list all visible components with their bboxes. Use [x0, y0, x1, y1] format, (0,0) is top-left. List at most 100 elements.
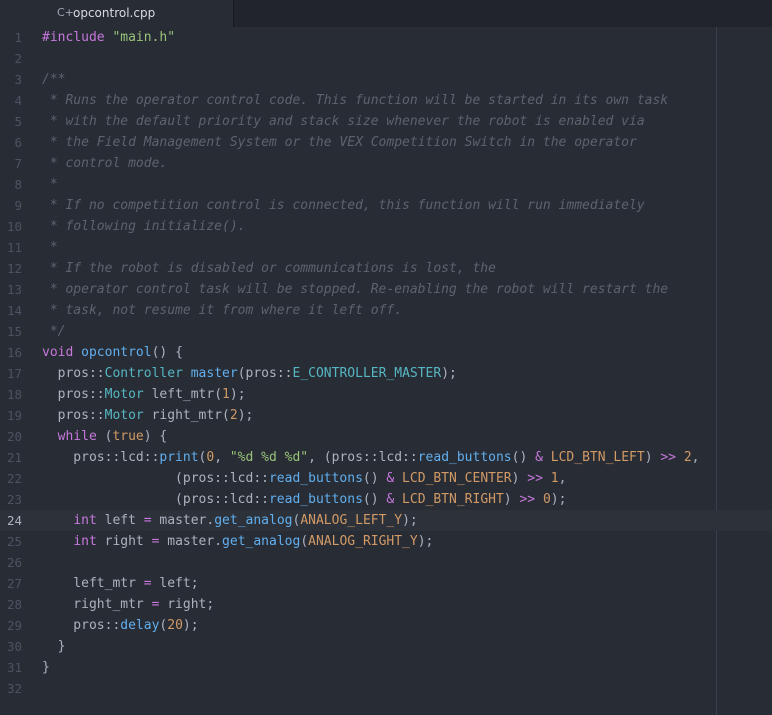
code-line[interactable]: 22 (pros::lcd::read_buttons() & LCD_BTN_… [0, 468, 772, 489]
code-text: left_mtr = left; [42, 573, 199, 594]
code-line[interactable]: 5 * with the default priority and stack … [0, 111, 772, 132]
code-line[interactable]: 2 [0, 48, 772, 69]
code-token: true [112, 429, 144, 444]
code-line[interactable]: 31} [0, 657, 772, 678]
code-text: * If the robot is disabled or communicat… [42, 258, 496, 279]
line-number: 10 [6, 219, 22, 234]
code-token: 20 [167, 618, 183, 633]
tab-bar: C+ opcontrol.cpp [0, 0, 772, 27]
code-token: left; [151, 576, 199, 591]
code-token: read_buttons [268, 492, 363, 507]
code-token: 0 [542, 492, 551, 507]
code-line[interactable]: 1 #include "main.h" [0, 27, 772, 48]
code-text: * following initialize(). [42, 216, 246, 237]
line-number: 2 [14, 51, 22, 66]
code-line[interactable]: 25 int right = master.get_analog(ANALOG_… [0, 531, 772, 552]
code-token: 1 [550, 471, 559, 486]
code-line[interactable]: 23 (pros::lcd::read_buttons() & LCD_BTN_… [0, 489, 772, 510]
code-line[interactable]: 13 * operator control task will be stopp… [0, 279, 772, 300]
line-number: 20 [6, 429, 22, 444]
code-token: () [362, 471, 387, 486]
line-number: 25 [6, 534, 22, 549]
code-token: "%d %d %d" [229, 450, 309, 465]
code-line[interactable]: 4 * Runs the operator control code. This… [0, 90, 772, 111]
code-line[interactable]: 7 * control mode. [0, 153, 772, 174]
code-token: Controller [104, 366, 183, 381]
line-number: 18 [6, 387, 22, 402]
code-token: /** [42, 72, 66, 87]
code-line[interactable]: 8 * [0, 174, 772, 195]
code-token: ); [182, 618, 199, 633]
code-line[interactable]: 15 */ [0, 321, 772, 342]
code-line[interactable]: 19 pros::Motor right_mtr(2); [0, 405, 772, 426]
code-token: } [42, 660, 50, 675]
code-token: opcontrol [81, 345, 152, 360]
code-token: int [73, 513, 97, 528]
code-text: pros::lcd::print(0, "%d %d %d", (pros::l… [42, 447, 699, 468]
code-token: left [96, 513, 144, 528]
code-text: pros::Controller master(pros::E_CONTROLL… [42, 363, 457, 384]
line-number: 7 [14, 156, 22, 171]
line-number: 8 [14, 177, 22, 192]
code-line[interactable]: 16 void opcontrol() { [0, 342, 772, 363]
code-token: ANALOG_LEFT_Y [300, 513, 403, 528]
line-number: 13 [6, 282, 22, 297]
line-number: 11 [6, 240, 22, 255]
code-token: = [143, 576, 152, 591]
code-token: #include [42, 30, 105, 45]
code-token: (pros::lcd:: [42, 471, 269, 486]
code-line[interactable]: 14 * task, not resume it from where it l… [0, 300, 772, 321]
code-line[interactable]: 24 int left = master.get_analog(ANALOG_L… [0, 510, 772, 531]
code-line[interactable]: 9 * If no competition control is connect… [0, 195, 772, 216]
code-line[interactable]: 6 * the Field Management System or the V… [0, 132, 772, 153]
code-line[interactable]: 20 while (true) { [0, 426, 772, 447]
code-line[interactable]: 27 left_mtr = left; [0, 573, 772, 594]
code-token: ); [441, 366, 457, 381]
code-line[interactable]: 28 right_mtr = right; [0, 594, 772, 615]
code-line[interactable]: 10 * following initialize(). [0, 216, 772, 237]
code-text: * If no competition control is connected… [42, 195, 645, 216]
code-token: left_mtr( [143, 387, 223, 402]
code-line[interactable]: 3 /** [0, 69, 772, 90]
code-token: while [57, 429, 97, 444]
code-token: ) [511, 471, 528, 486]
code-token: * [42, 240, 58, 255]
line-number: 30 [6, 639, 22, 654]
code-token: * following initialize(). [42, 219, 246, 234]
code-token: right_mtr( [143, 408, 230, 423]
code-line[interactable]: 29 pros::delay(20); [0, 615, 772, 636]
code-line[interactable]: 32 [0, 678, 772, 699]
code-line[interactable]: 30 } [0, 636, 772, 657]
code-token: ); [237, 408, 254, 423]
line-number: 12 [6, 261, 22, 276]
code-token: ); [550, 492, 567, 507]
code-token: * control mode. [42, 156, 168, 171]
code-line[interactable]: 11 * [0, 237, 772, 258]
code-token: ) [503, 492, 520, 507]
code-token: print [159, 450, 199, 465]
code-editor[interactable]: 1 #include "main.h" 2 3/** 4 * Runs the oper… [0, 27, 772, 715]
code-line[interactable]: 21 pros::lcd::print(0, "%d %d %d", (pros… [0, 447, 772, 468]
code-token: Motor [104, 387, 144, 402]
code-token: ( [96, 429, 113, 444]
code-line[interactable]: 18 pros::Motor left_mtr(1); [0, 384, 772, 405]
code-token: * operator control task will be stopped.… [42, 282, 669, 297]
line-number: 9 [14, 198, 22, 213]
code-token: read_buttons [417, 450, 512, 465]
code-token: master [190, 366, 238, 381]
code-text: void opcontrol() { [42, 342, 183, 363]
line-number: 23 [6, 492, 22, 507]
code-token: pros:: [42, 408, 105, 423]
code-token: , [558, 471, 567, 486]
code-line[interactable]: 12 * If the robot is disabled or communi… [0, 258, 772, 279]
code-token: * If the robot is disabled or communicat… [42, 261, 496, 276]
code-line[interactable]: 17 pros::Controller master(pros::E_CONTR… [0, 363, 772, 384]
tab-opcontrol[interactable]: C+ opcontrol.cpp [0, 0, 234, 27]
code-line[interactable]: 26 [0, 552, 772, 573]
line-number: 24 [6, 513, 22, 528]
